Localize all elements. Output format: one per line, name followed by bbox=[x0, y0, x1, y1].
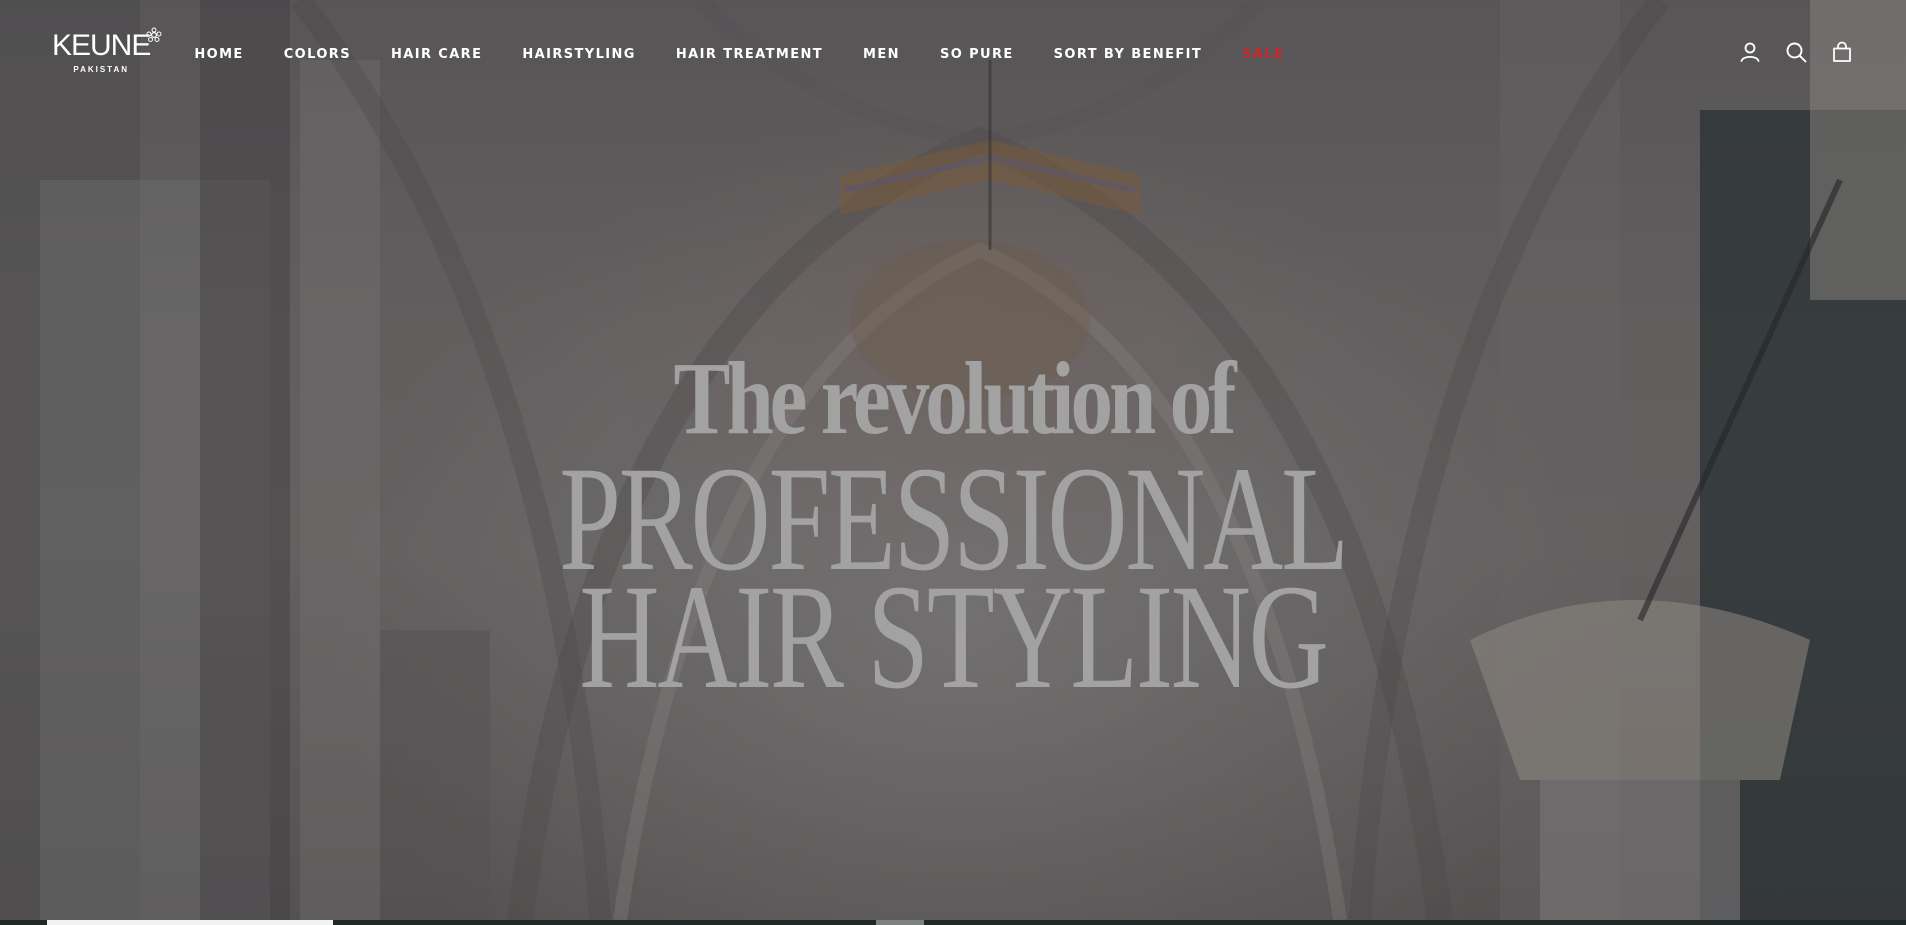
nav-item-so-pure[interactable]: SO PURE bbox=[940, 47, 1014, 62]
nav-item-colors[interactable]: COLORS bbox=[284, 47, 351, 62]
hero-headline-line-3: HAIR STYLING bbox=[579, 554, 1328, 720]
main-nav: HOME COLORS HAIR CARE HAIRSTYLING HAIR T… bbox=[194, 47, 1324, 62]
slideshow-progress-fill bbox=[47, 920, 333, 925]
brand-region: PAKISTAN bbox=[73, 64, 130, 74]
nav-item-hair-treatment[interactable]: HAIR TREATMENT bbox=[676, 47, 823, 62]
hero-headline: The revolution of PROFESSIONAL HAIR STYL… bbox=[0, 340, 1906, 720]
nav-item-sale[interactable]: SALE bbox=[1242, 47, 1284, 62]
nav-item-sort-by-benefit[interactable]: SORT BY BENEFIT bbox=[1054, 47, 1203, 62]
account-icon[interactable] bbox=[1738, 40, 1762, 64]
brand-logo-wordmark: KEUNE bbox=[52, 27, 162, 62]
site-header: KEUNE PAKISTAN HOME COLORS HAIR CARE HAI… bbox=[0, 0, 1906, 108]
nav-item-hair-care[interactable]: HAIR CARE bbox=[391, 47, 482, 62]
brand-logo[interactable]: KEUNE PAKISTAN bbox=[52, 27, 162, 74]
slideshow-progress-track bbox=[0, 920, 1906, 925]
header-actions bbox=[1738, 40, 1854, 64]
nav-item-home[interactable]: HOME bbox=[194, 47, 243, 62]
cart-bag-icon[interactable] bbox=[1830, 40, 1854, 64]
nav-item-hairstyling[interactable]: HAIRSTYLING bbox=[522, 47, 636, 62]
slideshow-indicator[interactable] bbox=[876, 920, 924, 925]
page: KEUNE PAKISTAN HOME COLORS HAIR CARE HAI… bbox=[0, 0, 1906, 925]
logo-flower-icon bbox=[146, 27, 162, 42]
brand-name: KEUNE bbox=[52, 28, 151, 62]
nav-item-men[interactable]: MEN bbox=[863, 47, 900, 62]
search-icon[interactable] bbox=[1784, 40, 1808, 64]
